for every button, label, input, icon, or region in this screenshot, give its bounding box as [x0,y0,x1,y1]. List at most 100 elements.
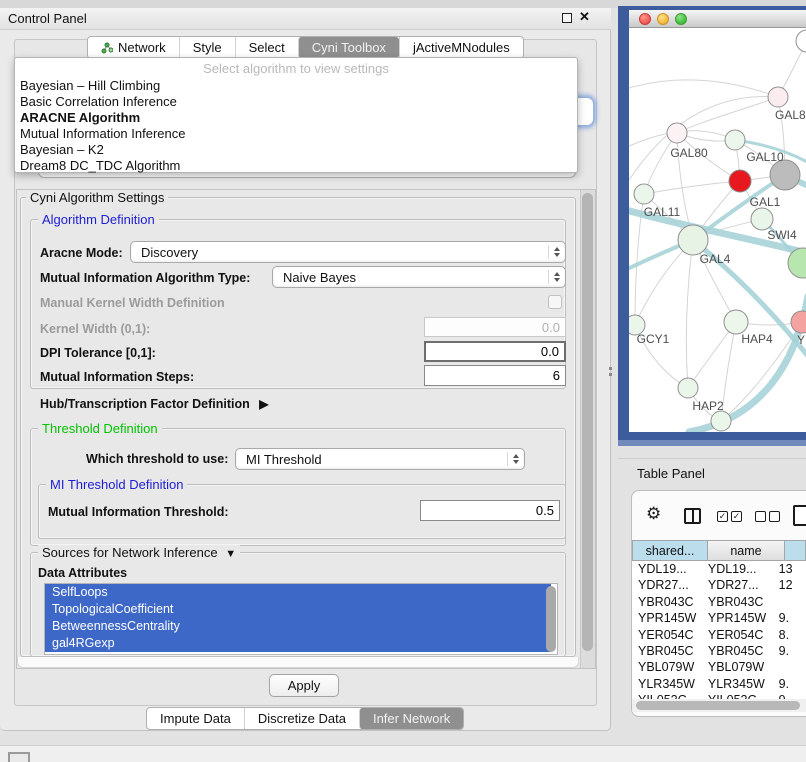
cell[interactable]: YBL079W [702,659,773,675]
attributes-scrollbar-thumb[interactable] [546,586,556,652]
window-zoom-button[interactable] [675,13,687,25]
unchecked-box-icon[interactable] [769,511,780,522]
network-canvas[interactable]: GAL80 GAL10 GAL1 SWI4 GAL11 GAL4 GCY1 HA… [629,28,806,432]
hub-definition-toggle[interactable]: Hub/Transcription Factor Definition ▶ [40,397,268,411]
gear-icon[interactable]: ⚙ [646,504,661,524]
cell[interactable]: YLR345W [632,676,702,692]
bottom-left-box[interactable] [8,752,30,762]
table-row[interactable]: YDR27...YDR27...12 [632,577,806,593]
table-row[interactable]: YLR345WYLR345W9. [632,676,806,692]
window-minimize-button[interactable] [657,13,669,25]
collapse-down-icon[interactable]: ▼ [225,548,236,560]
tab-infer-network[interactable]: Infer Network [359,708,463,729]
table-row[interactable]: YDL19...YDL19...13 [632,561,806,577]
checked-box-icon[interactable]: ✓ [717,511,728,522]
cell[interactable]: YER054C [632,627,702,643]
network-node[interactable] [667,123,687,143]
tab-select[interactable]: Select [235,37,298,58]
mi-type-combo[interactable]: Naive Bayes [272,266,566,288]
cell[interactable]: 12 [773,577,806,593]
attribute-item-selected[interactable]: gal4RGexp [45,635,551,652]
cell[interactable]: 9. [773,676,806,692]
table-row[interactable]: YER054CYER054C8. [632,627,806,643]
column-header-name[interactable]: name [707,540,785,561]
table-row[interactable]: YBR045CYBR045C9. [632,643,806,659]
cell[interactable]: 9. [773,643,806,659]
popup-item[interactable]: Basic Correlation Inference [15,94,577,110]
network-node[interactable] [729,170,751,192]
checked-box-icon[interactable]: ✓ [731,511,742,522]
cell[interactable]: YBL079W [632,659,702,675]
cell[interactable]: YDR27... [632,577,702,593]
cell[interactable]: YER054C [702,627,773,643]
network-node[interactable] [678,378,698,398]
tab-impute-data[interactable]: Impute Data [147,708,244,729]
cell[interactable]: YPR145W [702,610,773,626]
network-window-titlebar[interactable] [629,10,806,28]
mi-threshold-field[interactable] [420,500,560,521]
mi-steps-field[interactable] [424,365,566,386]
tab-style[interactable]: Style [179,37,235,58]
cell[interactable]: 13 [773,561,806,577]
kernel-width-field[interactable] [424,317,566,337]
table-hscrollbar-thumb[interactable] [636,701,800,710]
expand-right-icon[interactable]: ▶ [259,397,268,411]
network-node[interactable] [711,411,731,431]
window-close-button[interactable] [639,13,651,25]
network-node[interactable] [768,87,788,107]
network-node[interactable] [770,160,800,190]
network-node[interactable] [791,311,806,333]
document-icon[interactable] [793,505,806,526]
settings-scrollbar-thumb[interactable] [582,193,593,651]
apply-button[interactable]: Apply [269,674,339,697]
screen: Control Panel ✕ Network Style Select Cyn… [0,0,806,762]
popup-item[interactable]: Bayesian – K2 [15,142,577,158]
cell[interactable]: YDL19... [702,561,773,577]
table-row[interactable]: YBR043CYBR043C [632,594,806,610]
cell[interactable]: YPR145W [632,610,702,626]
network-node[interactable] [751,208,773,230]
tab-cyni-toolbox[interactable]: Cyni Toolbox [298,37,399,58]
cell[interactable] [773,594,806,610]
table-row[interactable]: YPR145WYPR145W9. [632,610,806,626]
cell[interactable]: 9. [773,610,806,626]
network-node[interactable] [634,184,654,204]
cell[interactable] [773,659,806,675]
table-row[interactable]: YBL079WYBL079W [632,659,806,675]
network-node[interactable] [796,30,806,52]
popup-item-selected[interactable]: ARACNE Algorithm [15,110,577,126]
attribute-item-selected[interactable]: TopologicalCoefficient [45,601,551,618]
sources-group-title[interactable]: Sources for Network Inference ▼ [38,545,240,560]
unchecked-box-icon[interactable] [755,511,766,522]
cell[interactable]: YDL19... [632,561,702,577]
cell[interactable]: YBR043C [702,594,773,610]
cell[interactable]: YBR043C [632,594,702,610]
cell[interactable]: YBR045C [702,643,773,659]
network-node[interactable] [724,310,748,334]
cell[interactable]: YDR27... [702,577,773,593]
column-header-shared[interactable]: shared... [632,540,708,561]
cell[interactable]: YLR345W [702,676,773,692]
network-node[interactable] [725,130,745,150]
attribute-item-selected[interactable]: BetweennessCentrality [45,618,551,635]
aracne-mode-combo[interactable]: Discovery [130,241,566,263]
network-node[interactable] [678,225,708,255]
popup-item[interactable]: Dream8 DC_TDC Algorithm [15,158,577,174]
splitter-grip[interactable] [609,367,612,370]
close-icon[interactable]: ✕ [579,9,590,25]
control-panel-titlebar[interactable] [0,8,611,30]
dpi-tolerance-field[interactable] [424,341,566,362]
cell[interactable]: 8. [773,627,806,643]
which-threshold-combo[interactable]: MI Threshold [235,448,525,470]
tab-network[interactable]: Network [88,37,179,58]
popup-item[interactable]: Bayesian – Hill Climbing [15,78,577,94]
tab-jactivemnodules[interactable]: jActiveMNodules [399,37,523,58]
manual-kernel-checkbox[interactable] [548,295,562,309]
float-icon[interactable] [562,13,572,23]
columns-icon[interactable] [684,508,701,524]
attribute-item-selected[interactable]: SelfLoops [45,584,551,601]
tab-discretize-data[interactable]: Discretize Data [244,708,359,729]
cell[interactable]: YBR045C [632,643,702,659]
popup-item[interactable]: Mutual Information Inference [15,126,577,142]
column-header-partial[interactable] [784,540,806,561]
